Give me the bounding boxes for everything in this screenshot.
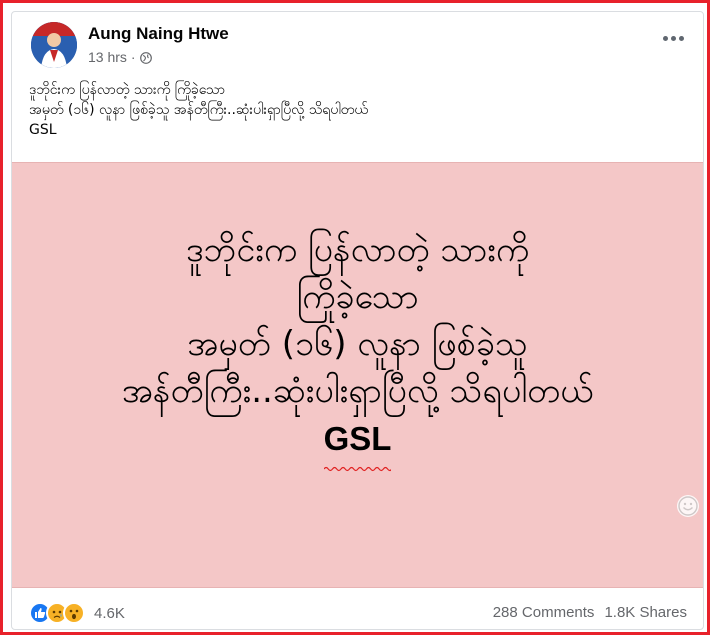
highlight-frame: Aung Naing Htwe 13 hrs · ဒူဘိုင်းက ပြန်လ…: [0, 0, 710, 635]
spellcheck-squiggle: [323, 466, 392, 472]
post-meta: 13 hrs ·: [88, 49, 152, 65]
image-text-line: အမှတ် (၁၆) လူနာ ဖြစ်ခဲ့သူ: [187, 324, 528, 364]
meta-separator: ·: [130, 49, 136, 65]
smiley-icon: [677, 495, 699, 517]
image-text-line: ကြိုခဲ့သော: [296, 277, 419, 317]
post-image[interactable]: ဒူဘိုင်းက ပြန်လာတဲ့ သားကို ကြိုခဲ့သော အမ…: [12, 162, 703, 588]
comments-count-link[interactable]: 288 Comments: [493, 604, 595, 621]
caption-line: ဒူဘိုင်းက ပြန်လာတဲ့ သားကို ကြိုခဲ့သော: [29, 82, 226, 98]
wow-reaction-icon: [63, 602, 85, 624]
shares-count-link[interactable]: 1.8K Shares: [604, 604, 687, 621]
reaction-count: 4.6K: [94, 604, 125, 622]
reaction-summary[interactable]: 4.6K: [29, 602, 125, 624]
caption-line: အမှတ် (၁၆) လူနာ ဖြစ်ခဲ့သူ အန်တီကြီး..ဆုံ…: [29, 102, 368, 118]
image-text-line: ဒူဘိုင်းက ပြန်လာတဲ့ သားကို: [185, 230, 530, 270]
caption-line: GSL: [29, 122, 57, 138]
image-text-line-gsl: GSL: [12, 415, 703, 472]
avatar[interactable]: [31, 22, 77, 68]
post-stats: 288 Comments 1.8K Shares: [493, 604, 687, 621]
gsl-text: GSL: [323, 415, 392, 472]
post-time[interactable]: 13 hrs: [88, 49, 127, 65]
post-caption: ဒူဘိုင်းက ပြန်လာတဲ့ သားကို ကြိုခဲ့သော အမ…: [29, 80, 689, 140]
image-text-line: အန်တီကြီး..ဆုံးပါးရှာပြီလို့ သိရပါတယ်: [121, 371, 594, 411]
facebook-post: Aung Naing Htwe 13 hrs · ဒူဘိုင်းက ပြန်လ…: [11, 11, 704, 630]
post-footer: 4.6K 288 Comments 1.8K Shares: [12, 596, 703, 629]
author-name[interactable]: Aung Naing Htwe: [88, 24, 229, 44]
more-options-icon[interactable]: [659, 28, 687, 48]
image-text: ဒူဘိုင်းက ပြန်လာတဲ့ သားကို ကြိုခဲ့သော အမ…: [12, 227, 703, 472]
globe-icon: [139, 51, 152, 64]
post-header: Aung Naing Htwe 13 hrs ·: [12, 12, 703, 72]
